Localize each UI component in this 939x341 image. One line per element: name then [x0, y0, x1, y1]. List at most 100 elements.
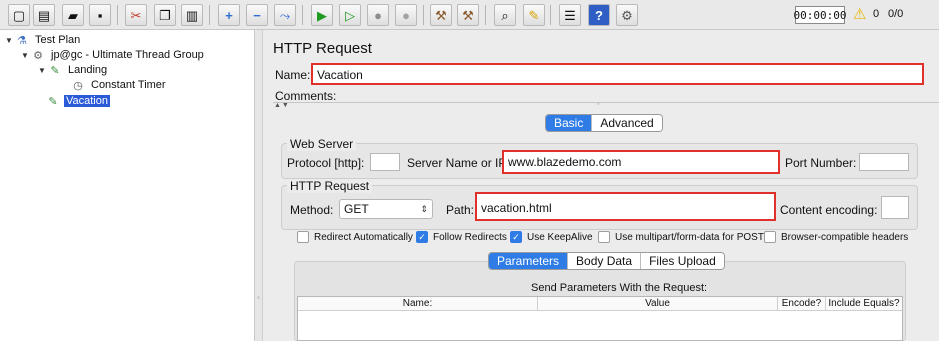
toolbar: ▢ ▤ ▰ ▪ ✂ ❐ ▥ + − ⤳ ▶ ▷ ● ● ⚒ ⚒ ⌕ ✎ ☰ ? …: [0, 0, 939, 30]
expand-toggle-icon[interactable]: ▼: [37, 66, 47, 75]
toggle-icon[interactable]: ⤳: [274, 4, 296, 26]
tree-item-label: Constant Timer: [91, 79, 166, 91]
tree-item-label: Vacation: [64, 95, 110, 107]
clear-all-icon[interactable]: ⚒: [457, 4, 479, 26]
help-icon[interactable]: ?: [588, 4, 610, 26]
clock-icon: ◷: [73, 79, 83, 92]
toolbar-separator: [423, 5, 424, 25]
warning-icon[interactable]: ⚠: [853, 5, 866, 25]
gear-icon: ⚙: [33, 49, 43, 62]
multipart-form-data-checkbox[interactable]: Use multipart/form-data for POST: [598, 231, 764, 243]
redirect-automatically-checkbox[interactable]: Redirect Automatically: [297, 231, 413, 243]
method-select[interactable]: GET ⇕: [339, 199, 433, 219]
elapsed-timer: 00:00:00: [794, 6, 847, 24]
tab-parameters[interactable]: Parameters: [489, 253, 568, 269]
tab-files-upload[interactable]: Files Upload: [640, 253, 724, 269]
panel-splitter[interactable]: ◦: [255, 30, 263, 341]
protocol-label: Protocol [http]:: [287, 156, 365, 170]
checkbox-box[interactable]: [764, 231, 776, 243]
parameters-caption: Send Parameters With the Request:: [531, 282, 708, 294]
pipette-icon: ✎: [50, 64, 60, 77]
collapse-icon[interactable]: −: [246, 4, 268, 26]
toolbar-separator: [550, 5, 551, 25]
column-header-value[interactable]: Value: [538, 297, 778, 311]
function-helper-icon[interactable]: ☰: [559, 4, 581, 26]
use-keepalive-checkbox[interactable]: ✓ Use KeepAlive: [510, 231, 593, 243]
divider-arrows-icon[interactable]: ▲▼: [274, 102, 290, 109]
content-encoding-label: Content encoding:: [780, 203, 878, 217]
follow-redirects-checkbox[interactable]: ✓ Follow Redirects: [416, 231, 507, 243]
column-header-encode[interactable]: Encode?: [778, 297, 826, 311]
web-server-title: Web Server: [287, 137, 357, 151]
save-icon[interactable]: ▪: [89, 4, 111, 26]
remote-icon[interactable]: ⚙: [616, 4, 638, 26]
start-no-pauses-icon[interactable]: ▷: [339, 4, 361, 26]
clear-icon[interactable]: ⚒: [430, 4, 452, 26]
checkbox-label: Redirect Automatically: [314, 231, 413, 243]
flask-icon: ⚗: [17, 34, 27, 47]
updown-chevron-icon: ⇕: [420, 203, 428, 214]
tree-item-thread-group[interactable]: ▼ ⚙ jp@gc - Ultimate Thread Group: [20, 47, 206, 63]
cut-icon[interactable]: ✂: [125, 4, 147, 26]
path-label: Path:: [446, 203, 475, 217]
content-encoding-field[interactable]: [881, 196, 909, 219]
copy-icon[interactable]: ❐: [154, 4, 176, 26]
checkmark-icon[interactable]: ✓: [510, 231, 522, 243]
templates-icon[interactable]: ▤: [33, 4, 55, 26]
parameters-tabs: Parameters Body Data Files Upload: [488, 252, 725, 270]
tree-item-landing[interactable]: ▼ ✎ Landing: [37, 62, 109, 78]
new-icon[interactable]: ▢: [8, 4, 30, 26]
toolbar-separator: [485, 5, 486, 25]
checkbox-box[interactable]: [598, 231, 610, 243]
toolbar-separator: [302, 5, 303, 25]
pipette-icon: ✎: [48, 95, 58, 108]
method-label: Method:: [290, 203, 334, 217]
paste-icon[interactable]: ▥: [181, 4, 203, 26]
protocol-field[interactable]: [370, 153, 400, 171]
column-header-include-equals[interactable]: Include Equals?: [826, 297, 902, 311]
tab-advanced[interactable]: Advanced: [591, 115, 662, 131]
toolbar-separator: [209, 5, 210, 25]
tree-item-label: Test Plan: [35, 34, 81, 46]
tree-item-label: Landing: [68, 64, 108, 76]
shutdown-icon[interactable]: ●: [395, 4, 417, 26]
checkbox-label: Browser-compatible headers: [781, 231, 909, 243]
open-icon[interactable]: ▰: [62, 4, 84, 26]
comments-divider: [273, 102, 939, 103]
expand-toggle-icon[interactable]: ▼: [20, 51, 30, 60]
expand-icon[interactable]: +: [218, 4, 240, 26]
name-label: Name:: [275, 68, 311, 82]
port-number-label: Port Number:: [785, 156, 857, 170]
tab-basic[interactable]: Basic: [546, 115, 592, 131]
checkbox-box[interactable]: [297, 231, 309, 243]
splitter-grip-icon[interactable]: ◦: [257, 293, 260, 302]
parameters-table[interactable]: Name: Value Encode? Include Equals?: [297, 296, 903, 341]
path-field[interactable]: vacation.html: [475, 192, 776, 221]
start-icon[interactable]: ▶: [311, 4, 333, 26]
column-header-name[interactable]: Name:: [298, 297, 538, 311]
browser-compatible-headers-checkbox[interactable]: Browser-compatible headers: [764, 231, 908, 243]
expand-toggle-icon[interactable]: ▼: [4, 36, 14, 45]
test-plan-tree: ▼ ⚗ Test Plan ▼ ⚙ jp@gc - Ultimate Threa…: [0, 30, 255, 341]
http-request-panel: HTTP Request Name: Vacation Comments: ▲▼…: [263, 30, 939, 341]
tree-item-label: jp@gc - Ultimate Thread Group: [51, 49, 204, 61]
binoculars-icon[interactable]: ⌕: [494, 4, 516, 26]
divider-grip-icon[interactable]: ◦: [597, 101, 599, 108]
checkbox-label: Follow Redirects: [433, 231, 507, 243]
port-number-field[interactable]: [859, 153, 909, 171]
basic-advanced-tabs: Basic Advanced: [545, 114, 663, 132]
broom-icon[interactable]: ✎: [523, 4, 545, 26]
tab-body-data[interactable]: Body Data: [567, 253, 641, 269]
warning-count: 0: [873, 8, 880, 20]
server-name-field[interactable]: www.blazedemo.com: [502, 150, 780, 174]
checkmark-icon[interactable]: ✓: [416, 231, 428, 243]
stop-icon[interactable]: ●: [367, 4, 389, 26]
toolbar-separator: [117, 5, 118, 25]
active-threads: 0/0: [888, 8, 904, 20]
http-request-title: HTTP Request: [287, 179, 373, 193]
tree-item-constant-timer[interactable]: ◷ Constant Timer: [60, 77, 168, 93]
tree-item-test-plan[interactable]: ▼ ⚗ Test Plan: [4, 32, 82, 48]
page-title: HTTP Request: [273, 40, 372, 57]
tree-item-vacation[interactable]: ✎ Vacation: [45, 93, 110, 109]
name-field[interactable]: Vacation: [311, 63, 924, 85]
